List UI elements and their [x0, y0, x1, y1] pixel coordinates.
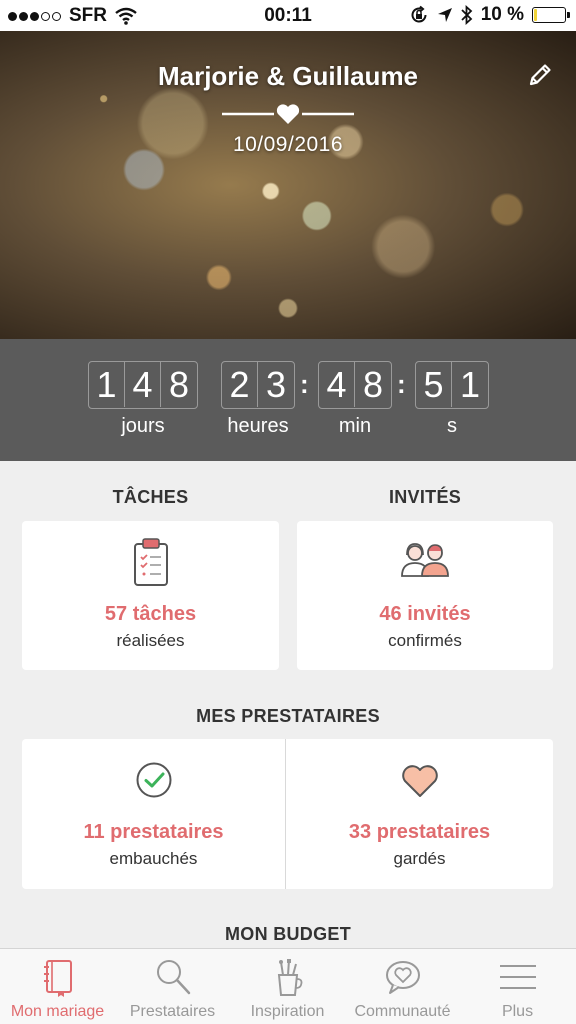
tasks-card[interactable]: 57 tâches réalisées — [22, 521, 279, 670]
minute-digit: 4 — [319, 362, 355, 407]
seconds-digits: 5 1 — [415, 361, 489, 409]
day-digit: 1 — [89, 362, 125, 407]
hour-digit: 3 — [265, 363, 287, 405]
guests-couple-icon — [401, 543, 449, 577]
search-icon — [156, 960, 190, 995]
tab-inspiration[interactable]: Inspiration — [230, 949, 345, 1024]
hour-digit: 2 — [222, 362, 258, 407]
tab-plus[interactable]: Plus — [460, 949, 575, 1024]
tasks-status: réalisées — [116, 631, 185, 650]
seconds-label: s — [447, 415, 457, 437]
status-right: 10 % — [409, 4, 570, 26]
tab-label: Communauté — [354, 1003, 451, 1020]
countdown-hours: 2 3 heures — [221, 361, 295, 438]
couple-names: Marjorie & Guillaume — [157, 61, 419, 91]
minutes-digits: 4 8 — [318, 361, 392, 409]
wedding-date: 10/09/2016 — [232, 133, 344, 156]
checkmark-circle-icon — [136, 762, 171, 798]
tab-label: Mon mariage — [10, 1003, 105, 1020]
heart-divider-icon — [222, 104, 354, 124]
tab-label: Plus — [501, 1003, 534, 1020]
battery-level — [534, 9, 537, 21]
saved-vendors[interactable]: 33 prestataires gardés — [286, 739, 553, 889]
status-bar: SFR 00:11 10 % — [0, 0, 576, 31]
countdown-minutes: 4 8 min — [318, 361, 392, 438]
location-arrow-icon — [437, 8, 452, 22]
bluetooth-icon — [461, 5, 472, 25]
guests-status: confirmés — [388, 631, 462, 650]
hours-digits: 2 3 — [221, 361, 295, 409]
second-digit: 5 — [416, 362, 452, 407]
hired-vendors-count: 11 prestataires — [83, 821, 224, 843]
rotation-lock-icon — [411, 5, 427, 23]
tab-label: Inspiration — [250, 1003, 325, 1020]
days-digits: 1 4 8 — [88, 361, 198, 409]
battery-icon — [532, 7, 570, 23]
hours-label: heures — [227, 415, 289, 437]
hired-vendors-status: embauchés — [109, 849, 198, 868]
minutes-label: min — [338, 415, 372, 437]
edit-pencil-icon[interactable] — [526, 61, 554, 89]
day-digit: 8 — [168, 363, 190, 405]
countdown-seconds: 5 1 s — [415, 361, 489, 438]
heart-icon — [401, 765, 438, 797]
app-screen: SFR 00:11 10 % Marjorie & Guillaume 10/0… — [0, 0, 576, 1024]
guests-count: 46 invités — [379, 603, 471, 625]
saved-vendors-status: gardés — [393, 849, 446, 868]
chat-heart-icon — [385, 961, 420, 994]
hired-vendors[interactable]: 11 prestataires embauchés — [22, 739, 285, 889]
guests-title: INVITÉS — [388, 487, 462, 507]
battery-percentage: 10 % — [480, 4, 524, 25]
days-label: jours — [121, 415, 165, 437]
menu-icon — [499, 965, 536, 989]
tab-mon-mariage[interactable]: Mon mariage — [0, 949, 115, 1024]
budget-title: MON BUDGET — [225, 924, 351, 944]
tasks-count: 57 tâches — [104, 603, 197, 625]
guests-card[interactable]: 46 invités confirmés — [297, 521, 553, 670]
vendors-title: MES PRESTATAIRES — [196, 706, 380, 726]
tab-label: Prestataires — [129, 1003, 216, 1020]
tab-prestataires[interactable]: Prestataires — [115, 949, 230, 1024]
day-digit: 4 — [125, 362, 161, 407]
clipboard-checklist-icon — [133, 538, 168, 586]
minute-digit: 8 — [362, 363, 384, 405]
notebook-icon — [43, 960, 72, 997]
brush-cup-icon — [277, 959, 302, 996]
saved-vendors-count: 33 prestataires — [348, 821, 491, 843]
countdown-timer: 1 4 8 jours 2 3 heures : 4 8 min : 5 1 s — [0, 339, 576, 461]
time-separator: : — [300, 369, 309, 399]
countdown-days: 1 4 8 jours — [88, 361, 198, 438]
second-digit: 1 — [459, 363, 481, 405]
tasks-title: TÂCHES — [112, 487, 189, 507]
vendors-card: 11 prestataires embauchés 33 prestataire… — [22, 739, 553, 889]
tab-communaute[interactable]: Communauté — [345, 949, 460, 1024]
wedding-header: Marjorie & Guillaume 10/09/2016 — [0, 31, 576, 339]
bottom-tab-bar: Mon mariage Prestataires Inspiration Com… — [0, 948, 576, 1024]
time-separator: : — [397, 369, 406, 399]
